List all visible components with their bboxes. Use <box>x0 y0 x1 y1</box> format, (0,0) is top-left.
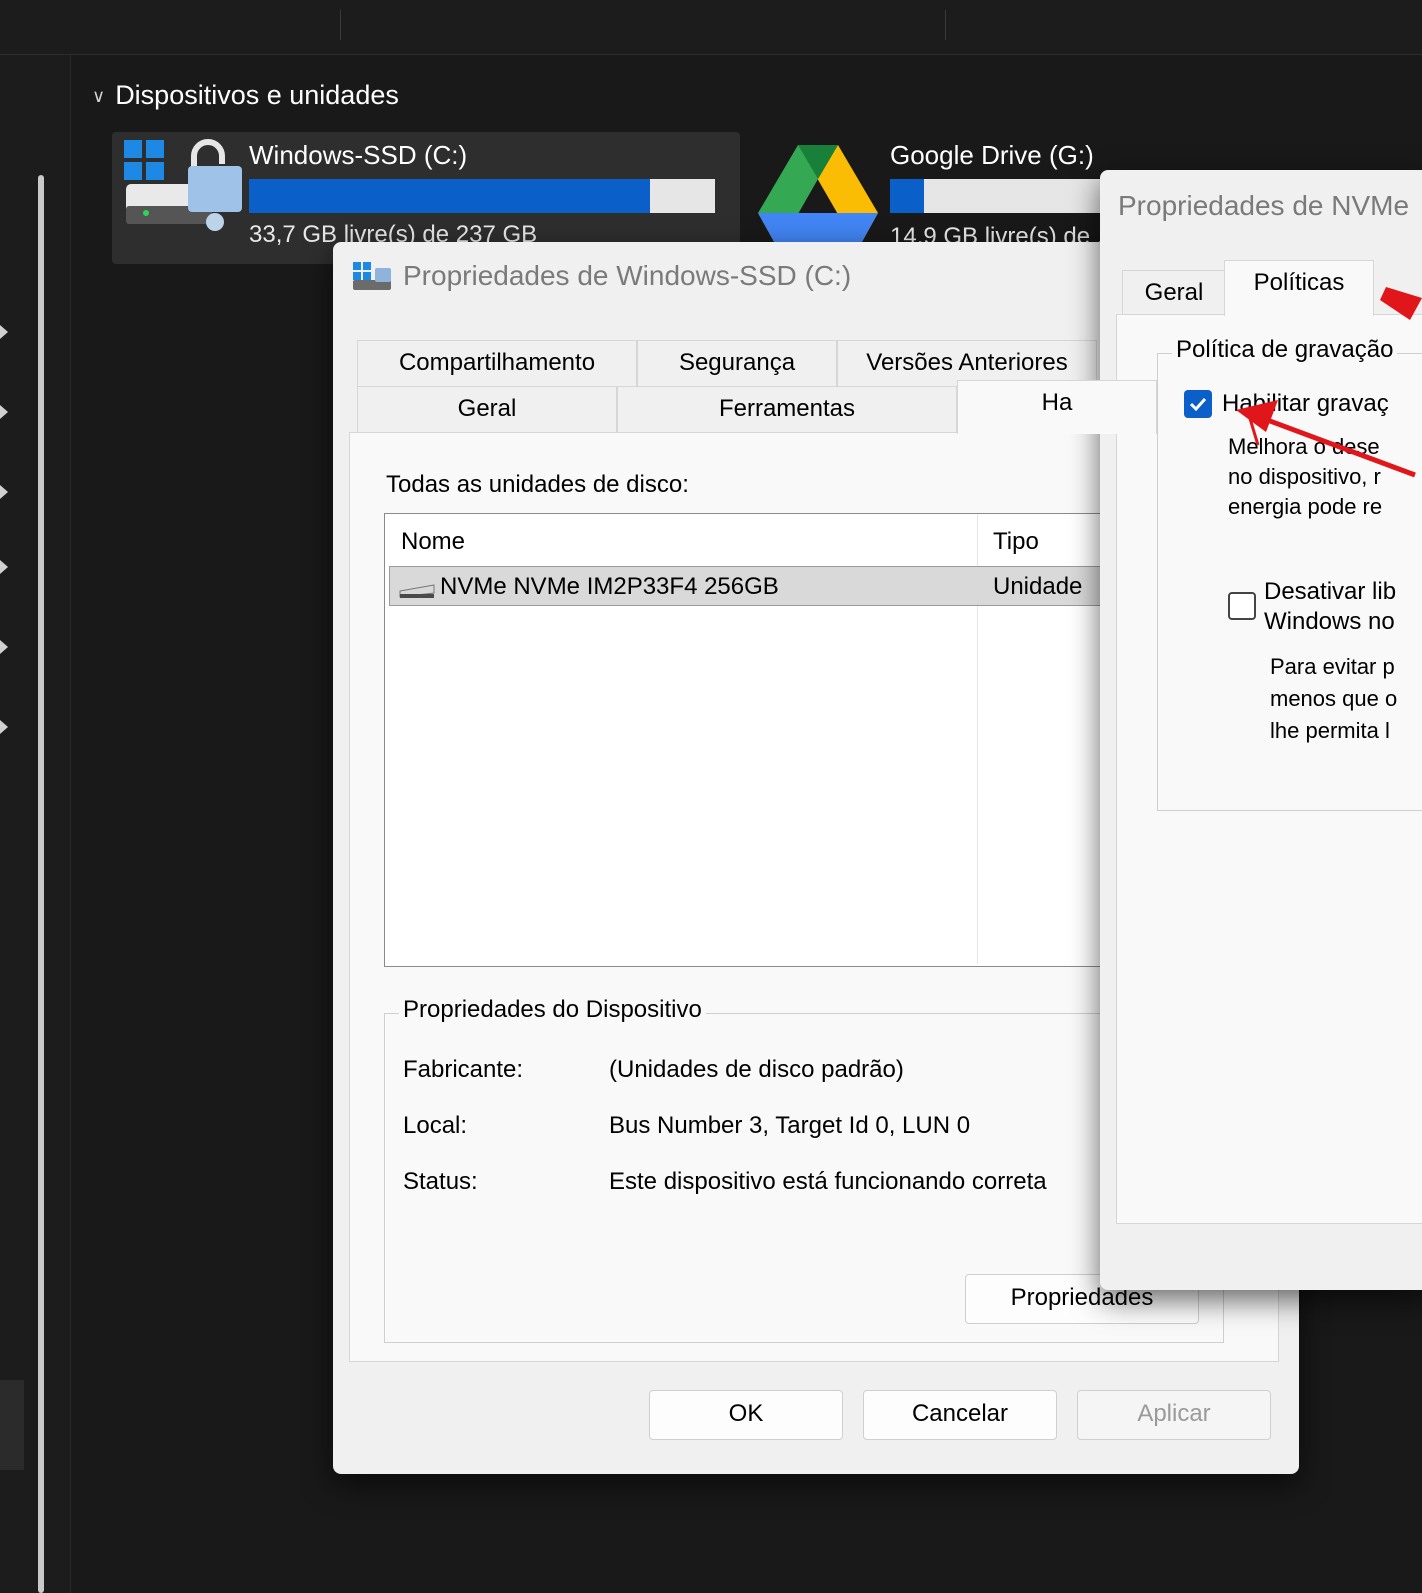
disk-type-cell: Unidade <box>993 573 1083 600</box>
tab-sharing[interactable]: Compartilhamento <box>357 340 637 388</box>
column-header-type[interactable]: Tipo <box>993 528 1039 556</box>
expand-chevron-icon[interactable] <box>0 560 10 574</box>
expand-chevron-icon[interactable] <box>0 325 10 339</box>
nvme-properties-dialog: Propriedades de NVMe Geral Políticas Pol… <box>1100 170 1422 1290</box>
disable-description-line: menos que o <box>1270 686 1398 711</box>
explorer-toolbar <box>0 0 1422 55</box>
disable-flush-checkbox[interactable] <box>1228 592 1256 620</box>
enable-description-line: no dispositivo, r <box>1228 464 1381 489</box>
cancel-button[interactable]: Cancelar <box>863 1390 1057 1440</box>
device-properties-group: Propriedades do Dispositivo Fabricante: … <box>384 996 1224 1343</box>
nav-scrollbar[interactable] <box>38 175 44 1593</box>
dialog-title: Propriedades de NVMe <box>1118 190 1410 221</box>
tab-general[interactable]: Geral <box>357 386 617 434</box>
enable-write-cache-label[interactable]: Habilitar gravaç <box>1222 390 1389 418</box>
tab-general[interactable]: Geral <box>1122 270 1226 316</box>
toolbar-separator <box>340 10 341 40</box>
disks-label: Todas as unidades de disco: <box>386 471 689 498</box>
expand-chevron-icon[interactable] <box>0 405 10 419</box>
enable-description-line: Melhora o dese <box>1228 434 1380 459</box>
disable-flush-label[interactable]: Windows no <box>1264 608 1395 636</box>
toolbar-separator <box>945 10 946 40</box>
drive-usage-fill <box>249 179 650 213</box>
disk-drive-icon <box>399 584 435 598</box>
enable-write-cache-checkbox[interactable] <box>1184 390 1212 418</box>
navigation-pane <box>0 55 71 1593</box>
checkmark-icon <box>1189 397 1207 412</box>
status-label: Status: <box>403 1168 478 1195</box>
tab-tools[interactable]: Ferramentas <box>617 386 957 434</box>
expand-chevron-icon[interactable] <box>0 720 10 734</box>
nav-selected-item[interactable] <box>0 1380 24 1470</box>
table-row[interactable]: NVMe NVMe IM2P33F4 256GB Unidade <box>389 566 1221 606</box>
disable-description-line: lhe permita l <box>1270 718 1390 743</box>
drive-name: Google Drive (G:) <box>890 140 1094 170</box>
tab-hardware[interactable]: Ha <box>957 380 1157 434</box>
expand-chevron-icon[interactable] <box>0 640 10 654</box>
location-label: Local: <box>403 1112 468 1139</box>
tab-policies[interactable]: Políticas <box>1224 260 1374 316</box>
drive-usage-bar <box>249 179 715 213</box>
apply-button[interactable]: Aplicar <box>1077 1390 1271 1440</box>
enable-description-line: energia pode re <box>1228 494 1383 519</box>
disable-description-line: Para evitar p <box>1270 654 1395 679</box>
dialog-title: Propriedades de Windows-SSD (C:) <box>403 260 852 291</box>
disable-flush-label[interactable]: Desativar lib <box>1264 578 1396 606</box>
policies-tab-panel: Política de gravação Habilitar gravaç Me… <box>1116 314 1422 1224</box>
status-value: Este dispositivo está funcionando corret… <box>609 1168 1047 1195</box>
drive-title-icon <box>353 262 391 290</box>
ok-button[interactable]: OK <box>649 1390 843 1440</box>
expand-chevron-icon[interactable] <box>0 485 10 499</box>
drive-usage-fill <box>890 179 924 213</box>
disk-name-cell: NVMe NVMe IM2P33F4 256GB <box>440 573 779 600</box>
locked-drive-icon <box>124 139 242 231</box>
write-policy-group: Política de gravação Habilitar gravaç Me… <box>1157 336 1422 811</box>
tab-security[interactable]: Segurança <box>637 340 837 388</box>
google-drive-icon <box>758 145 878 249</box>
column-header-name[interactable]: Nome <box>401 528 465 556</box>
section-header-devices[interactable]: ∨ Dispositivos e unidades <box>92 80 399 111</box>
drive-name: Windows-SSD (C:) <box>249 140 468 170</box>
location-value: Bus Number 3, Target Id 0, LUN 0 <box>609 1112 971 1139</box>
manufacturer-label: Fabricante: <box>403 1056 524 1083</box>
group-title: Propriedades do Dispositivo <box>399 996 706 1024</box>
group-title: Política de gravação <box>1172 336 1398 364</box>
manufacturer-value: (Unidades de disco padrão) <box>609 1056 904 1083</box>
chevron-down-icon: ∨ <box>92 86 106 107</box>
